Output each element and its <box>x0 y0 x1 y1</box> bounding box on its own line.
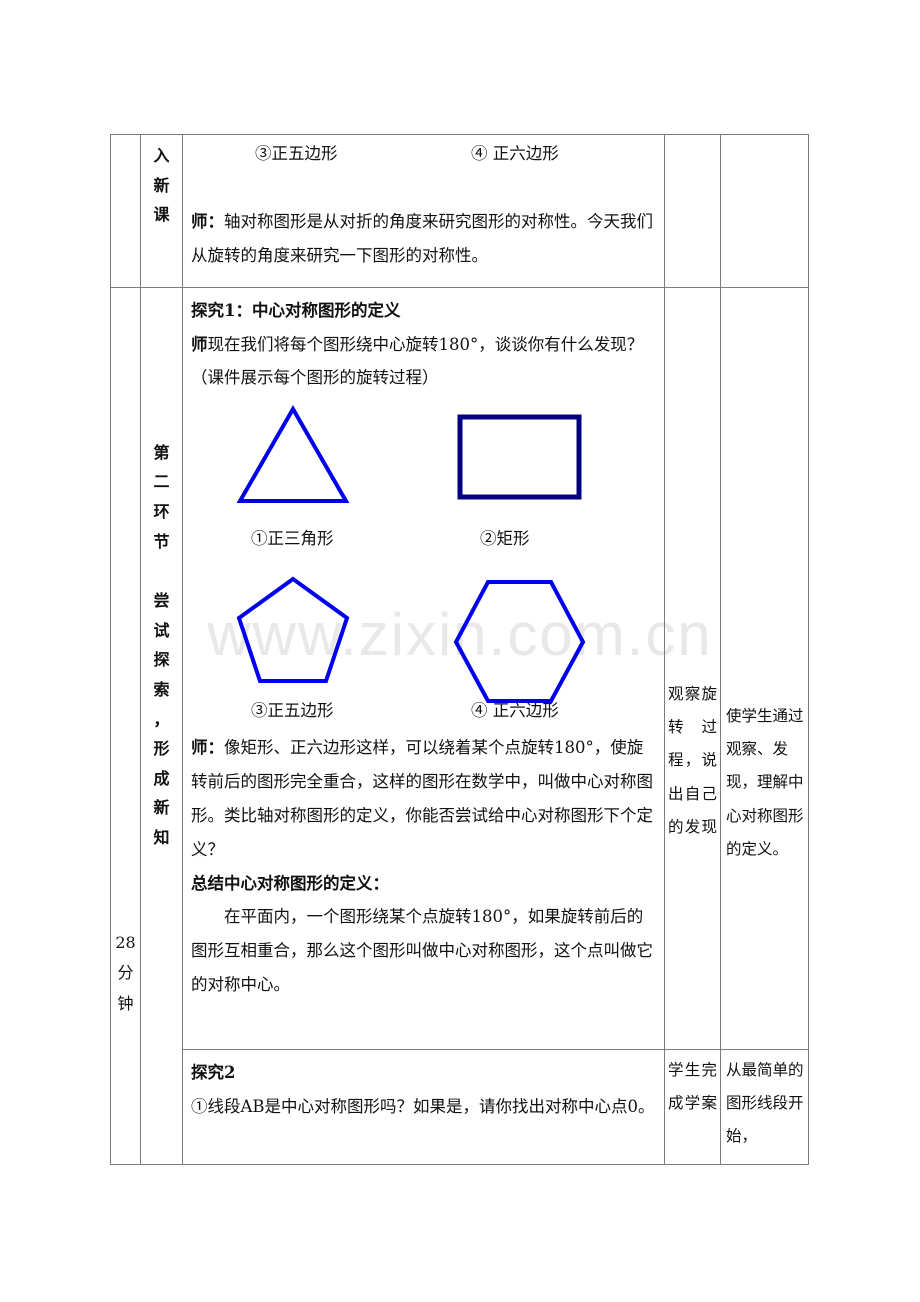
cell-explore-observation: 观察旋转过程，说出自己的发现 <box>664 286 721 1050</box>
explore-time-number: 28 <box>115 932 136 952</box>
explore2-observation-note: 学生完成学案 <box>668 1060 717 1113</box>
explore-time-char-0: 分 <box>117 963 134 983</box>
intro-stage-char-0: 入 <box>153 146 170 165</box>
explore-stage-char-6: 探 <box>153 650 170 670</box>
cell-explore-time: 28 分 钟 <box>110 286 141 1166</box>
shapes-svg <box>236 405 586 704</box>
explore-time-stack: 28 分 钟 <box>111 288 140 1019</box>
explore-p2-lead: 师： <box>191 738 224 758</box>
lesson-plan-table: 入 新 课 ③正五边形 ④ 正六边形 师：轴对称图形是从对折的角度来研究图形的对… <box>110 134 809 1166</box>
cell-explore-body: 探究1：中心对称图形的定义 师现在我们将每个图形绕中心旋转180°，谈谈你有什么… <box>182 286 665 1050</box>
intro-stage-char-1: 新 <box>153 175 170 195</box>
explore-paragraph-2: 师：像矩形、正六边形这样，可以绕着某个点旋转180°，使旋转前后的图形完全重合，… <box>191 731 656 866</box>
explore-purpose-note: 使学生通过观察、发现，理解中心对称图形的定义。 <box>726 706 804 859</box>
explore-stage-char-8: ， <box>153 709 170 729</box>
explore2-purpose-note: 从最简单的图形线段开始， <box>726 1060 804 1146</box>
cell-explore-purpose: 使学生通过观察、发现，理解中心对称图形的定义。 <box>720 286 809 1050</box>
intro-teacher-text: 轴对称图形是从对折的角度来研究图形的对称性。今天我们从旋转的角度来研究一下图形的… <box>191 212 653 265</box>
cell-intro-observation <box>664 134 721 288</box>
cell-intro-body: ③正五边形 ④ 正六边形 师：轴对称图形是从对折的角度来研究图形的对称性。今天我… <box>182 134 665 288</box>
intro-stage-char-2: 课 <box>153 205 170 225</box>
intro-teacher-lead: 师： <box>191 212 224 231</box>
explore-definition-text: 在平面内，一个图形绕某个点旋转180°，如果旋转前后的图形互相重合，那么这个图形… <box>191 907 653 994</box>
explore-stage-stack: 第 二 环 节 尝 试 探 索 ， 形 成 新 知 <box>141 288 182 853</box>
explore-stage-char-10: 成 <box>153 768 170 788</box>
intro-shape-labels: ③正五边形 ④ 正六边形 <box>183 135 664 179</box>
intro-stage-stack: 入 新 课 <box>141 135 182 230</box>
intro-teacher-paragraph: 师：轴对称图形是从对折的角度来研究图形的对称性。今天我们从旋转的角度来研究一下图… <box>191 205 656 273</box>
intro-teacher-block: 师：轴对称图形是从对折的角度来研究图形的对称性。今天我们从旋转的角度来研究一下图… <box>183 179 664 279</box>
rectangle-shape <box>457 414 582 500</box>
explore2-heading: 探究2 <box>191 1062 236 1082</box>
cell-explore2-body: 探究2 ①线段AB是中心对称图形吗？如果是，请你找出对称中心点0。 <box>182 1048 665 1166</box>
explore-stage-char-11: 新 <box>153 798 170 818</box>
shape-caption-rectangle: ②矩形 <box>480 529 530 549</box>
intro-shape-label-4: ④ 正六边形 <box>471 144 559 163</box>
shapes-figure: ①正三角形 ②矩形 ③正五边形 ④ 正六边形 <box>183 401 664 731</box>
explore-heading-2: 总结中心对称图形的定义： <box>191 873 389 893</box>
pentagon-shape <box>236 576 350 684</box>
cell-explore-stage: 第 二 环 节 尝 试 探 索 ， 形 成 新 知 <box>140 286 183 1166</box>
explore-stage-char-9: 形 <box>153 739 170 759</box>
explore-stage-char-4: 尝 <box>153 591 170 611</box>
cell-intro-stage: 入 新 课 <box>140 134 183 288</box>
shape-caption-hexagon: ④ 正六边形 <box>471 701 559 721</box>
explore-p2-text: 像矩形、正六边形这样，可以绕着某个点旋转180°，使旋转前后的图形完全重合，这样… <box>191 738 653 859</box>
shape-caption-pentagon: ③正五边形 <box>251 701 334 721</box>
explore-stage-char-1: 二 <box>153 472 170 492</box>
explore2-block: 探究2 ①线段AB是中心对称图形吗？如果是，请你找出对称中心点0。 <box>183 1050 664 1130</box>
explore-time-char-1: 钟 <box>117 993 134 1013</box>
cell-intro-time <box>110 134 141 288</box>
explore-observation-note: 观察旋转过程，说出自己的发现 <box>668 684 717 837</box>
explore-heading-1: 探究1：中心对称图形的定义 <box>191 300 401 320</box>
explore-stage-char-3: 节 <box>153 531 170 551</box>
triangle-shape <box>236 405 350 504</box>
table-row-explore2: 探究2 ①线段AB是中心对称图形吗？如果是，请你找出对称中心点0。 学生完成学案… <box>111 1048 809 1166</box>
cell-explore2-purpose: 从最简单的图形线段开始， <box>720 1048 809 1166</box>
explore-q1-lead: 师 <box>191 334 208 354</box>
explore-stage-char-7: 索 <box>153 680 170 700</box>
hexagon-shape <box>453 580 586 704</box>
intro-shape-label-3: ③正五边形 <box>255 144 338 163</box>
explore-q1-text: 现在我们将每个图形绕中心旋转180°，谈谈你有什么发现？（课件展示每个图形的旋转… <box>191 334 644 388</box>
explore-stage-char-5: 试 <box>153 620 170 640</box>
cell-intro-purpose <box>720 134 809 288</box>
explore-definition-block: 师：像矩形、正六边形这样，可以绕着某个点旋转180°，使旋转前后的图形完全重合，… <box>183 731 664 1008</box>
table-row-intro: 入 新 课 ③正五边形 ④ 正六边形 师：轴对称图形是从对折的角度来研究图形的对… <box>110 134 809 288</box>
explore2-question: ①线段AB是中心对称图形吗？如果是，请你找出对称中心点0。 <box>191 1096 655 1116</box>
explore-question-1: 师现在我们将每个图形绕中心旋转180°，谈谈你有什么发现？（课件展示每个图形的旋… <box>191 328 656 396</box>
explore-stage-spacer <box>141 556 182 586</box>
explore-heading-block: 探究1：中心对称图形的定义 师现在我们将每个图形绕中心旋转180°，谈谈你有什么… <box>183 288 664 401</box>
table-row-explore1: 28 分 钟 第 二 环 节 尝 试 探 索 ， 形 成 新 知 探究1：中心对… <box>110 286 809 1166</box>
explore-stage-char-2: 环 <box>153 502 170 522</box>
cell-explore2-observation: 学生完成学案 <box>664 1048 721 1166</box>
explore-stage-char-12: 知 <box>153 827 170 847</box>
shape-caption-triangle: ①正三角形 <box>251 529 334 549</box>
explore-stage-char-0: 第 <box>153 442 170 462</box>
